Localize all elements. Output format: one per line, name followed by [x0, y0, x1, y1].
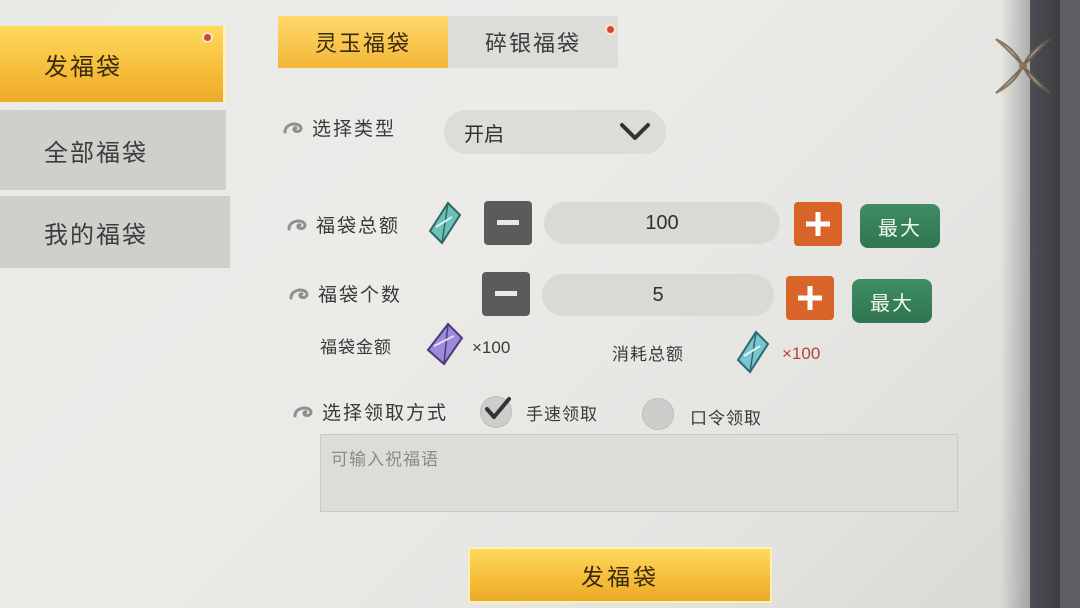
max-amount-button[interactable]: 最大: [860, 204, 940, 248]
tab-jade-bag[interactable]: 灵玉福袋: [278, 16, 448, 68]
sidebar-item-all-bags[interactable]: 全部福袋: [0, 110, 226, 190]
send-bag-button[interactable]: 发福袋: [468, 547, 772, 603]
label-text: 选择领取方式: [322, 402, 449, 424]
bag-amount-value: ×100: [472, 338, 511, 357]
sidebar-item-label: 我的福袋: [44, 220, 148, 249]
label-text: 福袋个数: [318, 284, 403, 306]
label-text: 福袋总额: [316, 215, 401, 237]
decrease-count-button[interactable]: [482, 272, 530, 316]
purple-gem-icon: [426, 322, 464, 366]
swirl-bullet-icon: [289, 288, 309, 299]
tab-label: 碎银福袋: [484, 32, 581, 57]
total-cost-label: 消耗总额: [612, 345, 684, 365]
blessing-input[interactable]: 可输入祝福语: [320, 434, 958, 512]
password-claim-radio[interactable]: [642, 398, 674, 430]
sidebar-item-label: 发福袋: [44, 52, 122, 81]
sidebar-item-my-bags[interactable]: 我的福袋: [0, 196, 230, 268]
minus-icon: [497, 220, 519, 225]
claim-method-label: 选择领取方式: [292, 398, 448, 425]
speed-claim-radio[interactable]: [480, 396, 512, 428]
swirl-bullet-icon: [283, 122, 303, 133]
max-count-button[interactable]: 最大: [852, 279, 932, 323]
total-amount-label: 福袋总额: [286, 211, 400, 238]
count-label: 福袋个数: [288, 280, 402, 307]
ornate-close-icon[interactable]: [990, 33, 1056, 99]
sidebar-item-label: 全部福袋: [44, 138, 148, 167]
checkmark-icon: [485, 397, 511, 419]
total-cost-value: ×100: [782, 344, 821, 363]
plus-icon: [806, 212, 830, 236]
label-text: 选择类型: [312, 118, 397, 140]
notification-dot: [202, 32, 213, 43]
increase-count-button[interactable]: [786, 276, 834, 320]
select-value: 开启: [464, 121, 504, 146]
speed-claim-label[interactable]: 手速领取: [526, 400, 598, 425]
notification-dot: [605, 24, 616, 35]
select-type-label: 选择类型: [282, 114, 396, 141]
decrease-amount-button[interactable]: [484, 201, 532, 245]
jade-gem-icon: [428, 201, 462, 245]
password-claim-label[interactable]: 口令领取: [690, 404, 762, 429]
minus-icon: [495, 291, 517, 296]
chevron-down-icon: [620, 123, 650, 140]
type-select[interactable]: 开启: [444, 110, 666, 154]
tab-label: 灵玉福袋: [314, 32, 411, 57]
total-amount-field[interactable]: 100: [544, 202, 780, 244]
count-field[interactable]: 5: [542, 274, 774, 316]
plus-icon: [798, 286, 822, 310]
tab-silver-bag[interactable]: 碎银福袋: [448, 16, 618, 68]
screen: 发福袋 全部福袋 我的福袋 灵玉福袋 碎银福袋 选择类型 开启 福袋总额 100…: [0, 0, 1060, 608]
sidebar-item-send-bag[interactable]: 发福袋: [0, 26, 226, 102]
increase-amount-button[interactable]: [794, 202, 842, 246]
bag-amount-label: 福袋金额: [320, 338, 392, 358]
swirl-bullet-icon: [287, 219, 307, 230]
jade-gem-icon: [736, 330, 770, 374]
swirl-bullet-icon: [293, 406, 313, 417]
